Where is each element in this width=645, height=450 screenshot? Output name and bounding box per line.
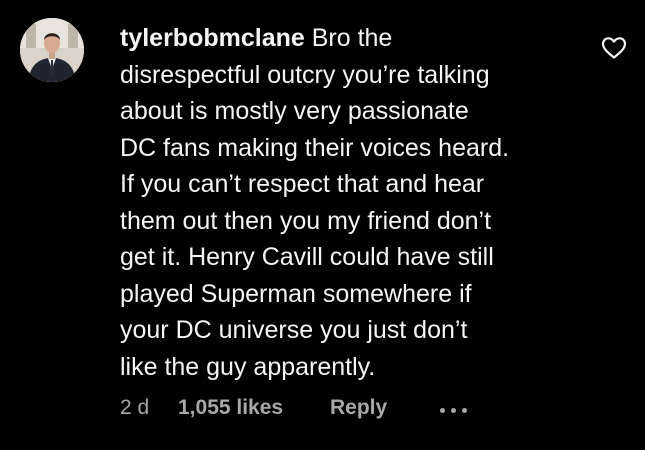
comment: tylerbobmclane Bro the disrespectful out… xyxy=(0,0,645,450)
likes-count-link[interactable]: 1,055 likes xyxy=(178,396,283,420)
reply-button[interactable]: Reply xyxy=(330,396,387,420)
username-link[interactable]: tylerbobmclane xyxy=(120,24,305,52)
comment-text: Bro the xyxy=(304,24,393,52)
comment-line: get it. Henry Cavill could have still xyxy=(120,243,494,271)
comment-line: If you can’t respect that and hear xyxy=(120,170,485,198)
avatar[interactable] xyxy=(20,18,84,82)
comment-line: your DC universe you just don’t xyxy=(120,316,468,344)
heart-outline-icon xyxy=(601,37,627,59)
comment-line: DC fans making their voices heard. xyxy=(120,133,510,162)
comment-line: them out then you my friend don’t xyxy=(120,206,492,235)
comment-body: tylerbobmclane Bro the disrespectful out… xyxy=(120,20,590,385)
comment-line: tylerbobmclane Bro the xyxy=(120,20,590,57)
comment-line: like the guy apparently. xyxy=(120,352,376,381)
timestamp: 2 d xyxy=(120,396,150,419)
like-button[interactable] xyxy=(601,36,627,60)
avatar-image xyxy=(20,18,84,82)
comment-line: about is mostly very passionate xyxy=(120,97,469,125)
comment-line: disrespectful outcry you’re talking xyxy=(120,60,490,89)
more-options-button[interactable] xyxy=(438,404,472,418)
comment-line: played Superman somewhere if xyxy=(120,279,472,308)
